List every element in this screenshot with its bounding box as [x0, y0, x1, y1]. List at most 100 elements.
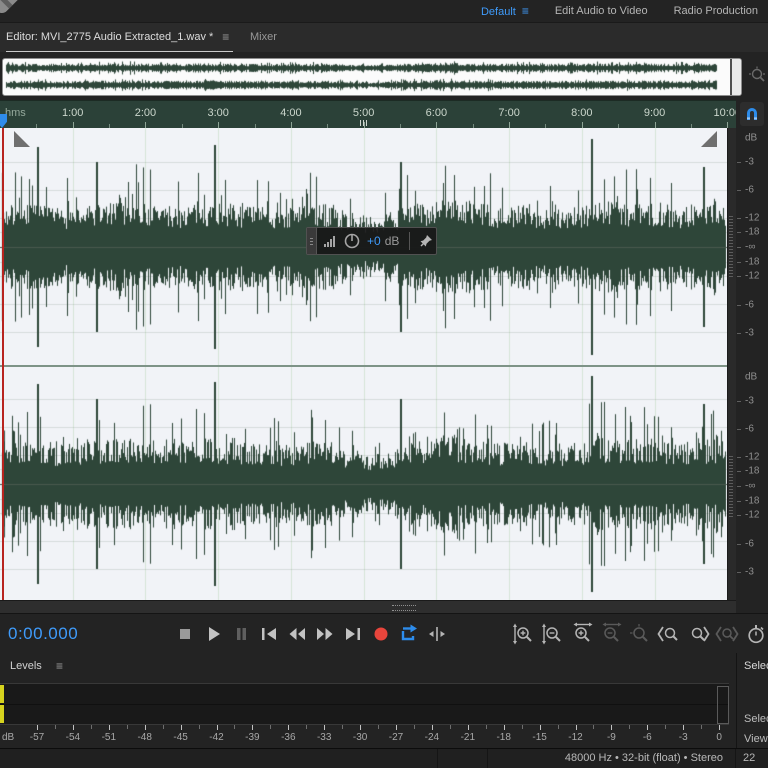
levels-scale-tick [163, 725, 164, 729]
timeline-ruler[interactable]: hms 1:00 2:00 3:00 4:00 5:00 6:00 7:00 8:00 9:00… [0, 100, 736, 129]
levels-scale-tick [55, 725, 56, 729]
level-meter [0, 683, 729, 725]
snap-button[interactable] [740, 102, 764, 126]
tab-menu-icon[interactable]: ≡ [222, 30, 229, 44]
meter-channel-split [0, 704, 729, 705]
levels-scale-label: -3 [678, 732, 688, 743]
tab-editor-label: Editor: MVI_2775 Audio Extracted_1.wav * [6, 31, 214, 43]
stop-button[interactable] [172, 621, 197, 647]
levels-scale-tick [468, 725, 469, 730]
overview-waveform-canvas[interactable] [4, 60, 730, 94]
levels-scale-tick [181, 725, 182, 730]
db-scale-tick [737, 544, 741, 545]
waveform-region[interactable]: +0 dB [0, 128, 727, 600]
workspace-item-radio-production[interactable]: Radio Production [674, 5, 758, 17]
workspace-item-edit-audio-to-video[interactable]: Edit Audio to Video [555, 5, 648, 17]
forward-icon [316, 628, 332, 640]
select-all-corner-handle-icon[interactable] [701, 131, 717, 147]
waveform-channel-right-canvas[interactable] [0, 367, 727, 600]
levels-scale-tick [396, 725, 397, 730]
panel-resize-strip[interactable] [0, 600, 736, 613]
levels-scale-tick [217, 725, 218, 730]
overview-range-bar[interactable] [2, 58, 742, 96]
db-scale-tick [737, 276, 741, 277]
skip-start-button[interactable] [256, 621, 281, 647]
levels-scale-tick [342, 725, 343, 729]
hud-grip-handle[interactable] [307, 228, 317, 254]
levels-scale-tick [719, 725, 720, 730]
levels-scale-tick [522, 725, 523, 729]
levels-header[interactable]: Levels ≡ [0, 653, 736, 681]
ruler-tick-label: 9:00 [643, 107, 666, 119]
levels-scale-tick [288, 725, 289, 730]
workspace-bar: Default ≡ Edit Audio to Video Radio Produ… [0, 0, 768, 23]
overview-range-handle[interactable] [730, 59, 741, 95]
levels-scale-tick [91, 725, 92, 729]
selection-row-label: Selection [744, 713, 768, 725]
panel-menu-icon[interactable]: ≡ [56, 659, 63, 673]
zoom-out-time-button [598, 621, 623, 647]
select-all-corner-handle-icon[interactable] [14, 131, 30, 147]
rewind-button[interactable] [284, 621, 309, 647]
ruler-unit-label: hms [5, 107, 26, 119]
levels-scale-tick [611, 725, 612, 730]
pause-icon [236, 628, 246, 640]
levels-scale-label: -48 [137, 732, 152, 743]
zoom-in-amplitude-button[interactable] [511, 621, 536, 647]
move-playhead-icon [428, 627, 445, 641]
db-scale-tick [737, 515, 741, 516]
play-button[interactable] [200, 621, 225, 647]
levels-scale-label: -18 [496, 732, 511, 743]
rewind-icon [289, 628, 305, 640]
zoom-in-left-edge-button[interactable] [656, 621, 681, 647]
loop-button[interactable] [396, 621, 421, 647]
hud-gain-value[interactable]: +0 [367, 234, 381, 248]
tab-mixer[interactable]: Mixer [250, 23, 277, 51]
workspace-item-default[interactable]: Default ≡ [481, 4, 529, 18]
channel-divider[interactable] [0, 365, 727, 367]
levels-scale-tick [558, 725, 559, 729]
pin-icon[interactable] [418, 233, 434, 249]
move-playhead-button[interactable] [424, 621, 449, 647]
zoom-in-time-button[interactable] [569, 621, 594, 647]
current-tool-icon[interactable] [0, 0, 24, 16]
skip-start-icon [261, 628, 276, 640]
time-display[interactable]: 0:00.000 [8, 614, 78, 654]
zoom-full-icon[interactable] [747, 65, 768, 87]
record-button[interactable] [368, 621, 393, 647]
zoom-reset-button [627, 621, 652, 647]
levels-scale-label: -36 [281, 732, 296, 743]
workspace-menu-icon[interactable]: ≡ [522, 4, 529, 18]
playhead-flag[interactable] [0, 114, 7, 128]
levels-scale-tick [593, 725, 594, 729]
forward-button[interactable] [312, 621, 337, 647]
meter-residual-left [0, 685, 4, 703]
levels-scale-tick [414, 725, 415, 729]
levels-scale-label: -27 [388, 732, 404, 743]
zoom-in-left-edge-icon [656, 626, 678, 642]
levels-scale-label: dB [2, 732, 15, 743]
tab-editor[interactable]: Editor: MVI_2775 Audio Extracted_1.wav *… [6, 23, 234, 52]
playhead-line[interactable] [2, 128, 4, 600]
tab-selection-view[interactable]: Selection/View [744, 660, 768, 672]
resize-grip-icon[interactable] [392, 605, 416, 611]
stopwatch-button[interactable] [743, 621, 768, 647]
vertical-zoom-scrollbar[interactable] [727, 128, 736, 600]
levels-scale-tick [234, 725, 235, 729]
ruler-tick-label: 3:00 [207, 107, 229, 119]
db-scale-tick [737, 305, 741, 306]
status-separator [735, 749, 736, 768]
volume-hud[interactable]: +0 dB [306, 227, 437, 255]
snap-block [736, 100, 768, 128]
levels-scale-tick [665, 725, 666, 729]
zoom-out-amplitude-button[interactable] [540, 621, 565, 647]
panel-tab-bar: Editor: MVI_2775 Audio Extracted_1.wav *… [0, 23, 768, 53]
vscroll-comb [729, 216, 733, 278]
levels-scale-label: -12 [568, 732, 583, 743]
levels-scale-tick [145, 725, 146, 730]
skip-end-button[interactable] [340, 621, 365, 647]
levels-scale-tick [540, 725, 541, 730]
ruler-tick-label: 8:00 [571, 107, 593, 119]
zoom-in-right-edge-button[interactable] [685, 621, 710, 647]
gain-knob-icon[interactable] [343, 232, 361, 250]
